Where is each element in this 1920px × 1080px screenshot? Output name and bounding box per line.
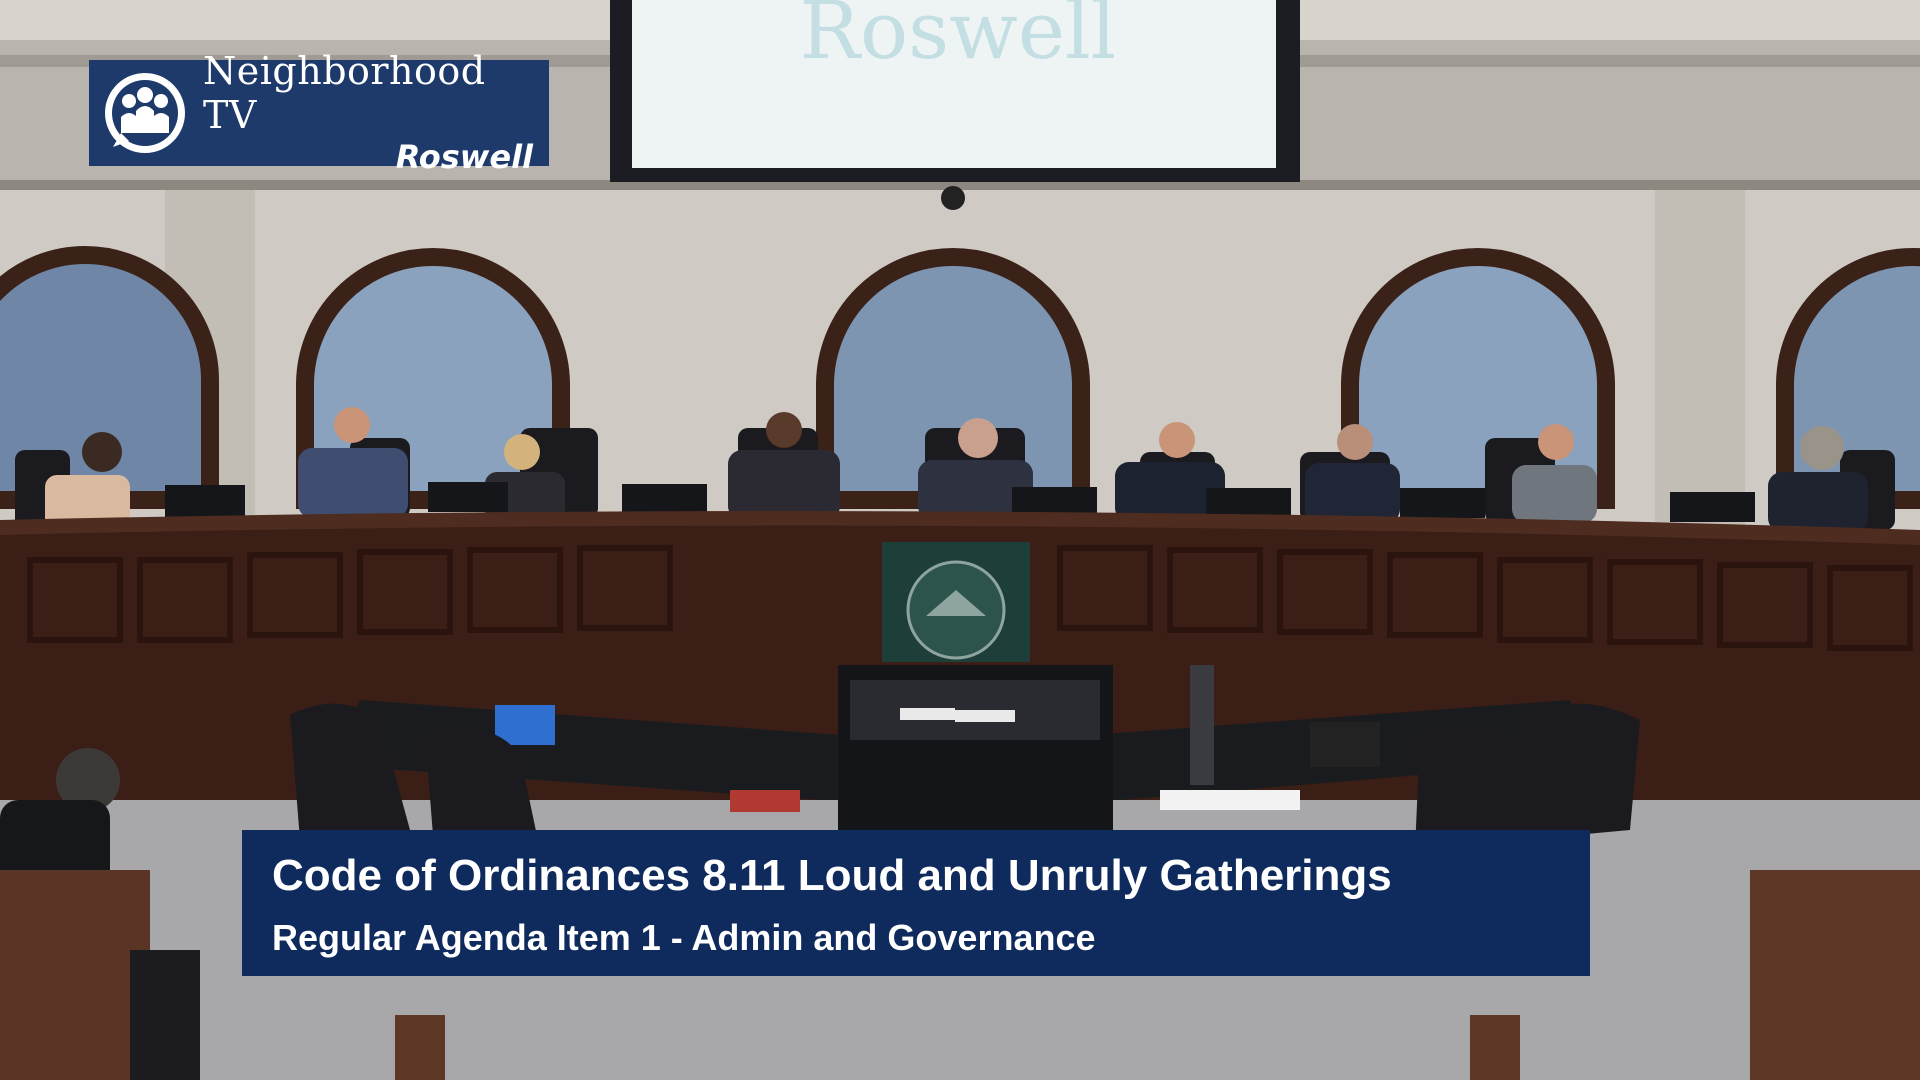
- logo-city-name: Roswell: [395, 138, 533, 176]
- projection-screen: Roswell: [610, 0, 1300, 210]
- screen-text: Roswell: [800, 0, 1116, 77]
- people-icon: [105, 73, 185, 153]
- logo-channel-name: Neighborhood TV: [203, 49, 486, 137]
- channel-logo: Neighborhood TV Roswell: [89, 49, 549, 176]
- agenda-title: Code of Ordinances 8.11 Loud and Unruly …: [272, 851, 1392, 900]
- agenda-subtitle: Regular Agenda Item 1 - Admin and Govern…: [272, 917, 1096, 958]
- lower-third-caption: Code of Ordinances 8.11 Loud and Unruly …: [242, 830, 1590, 976]
